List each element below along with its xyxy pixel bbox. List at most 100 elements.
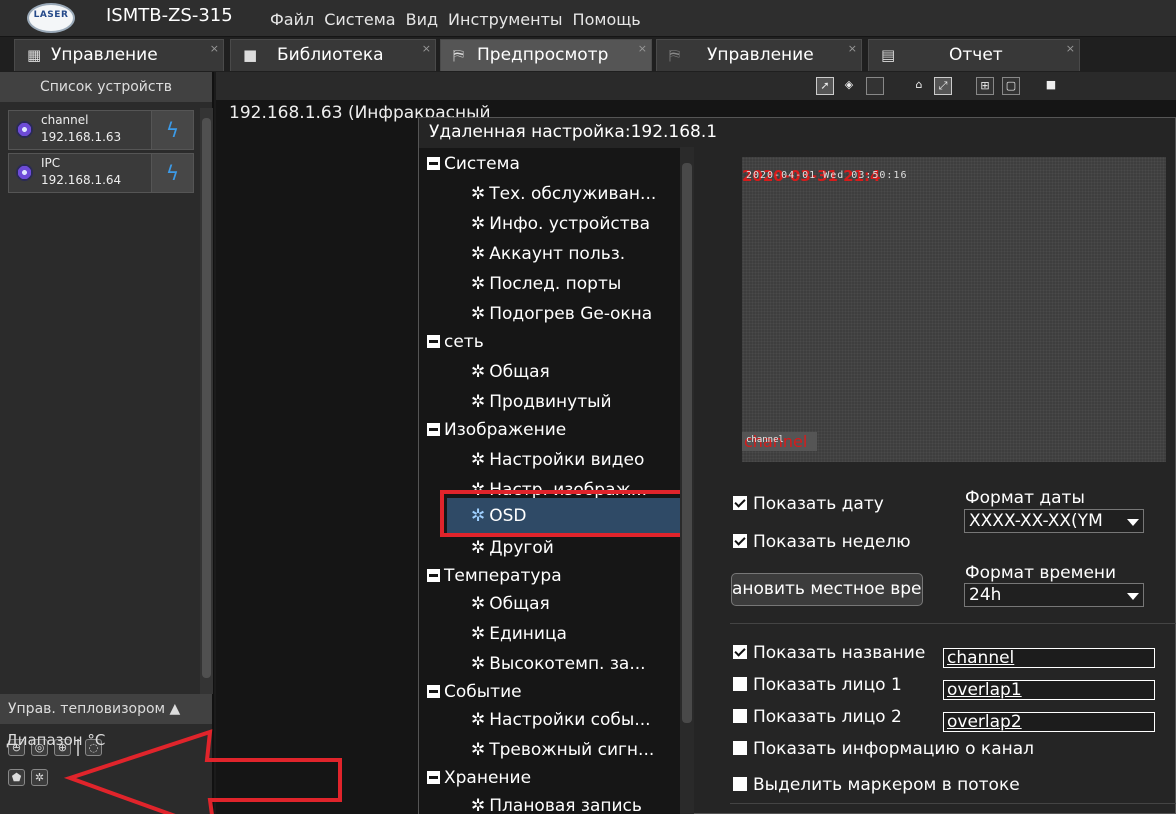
camera-icon (16, 121, 33, 138)
menu-system[interactable]: Система (324, 10, 395, 29)
device-panel: Список устройств channel 192.168.1.63 ϟ … (0, 72, 214, 814)
tree-item-user-account[interactable]: ✲ Аккаунт польз. (471, 244, 625, 264)
show-date-checkbox[interactable]: Показать дату (733, 494, 884, 514)
show-channel-info-checkbox[interactable]: Показать информацию о канал (733, 739, 1034, 759)
time-format-label: Формат времени (965, 563, 1117, 583)
tree-item-device-info[interactable]: ✲ Инфо. устройства (471, 214, 650, 234)
close-icon[interactable]: × (422, 42, 431, 55)
collapse-icon (427, 335, 440, 348)
connect-icon[interactable]: ϟ (151, 111, 193, 149)
menu-file[interactable]: Файл (270, 10, 314, 29)
table-icon: ▤ (881, 46, 896, 64)
folder-icon: ■ (243, 46, 258, 64)
collapse-icon (427, 423, 440, 436)
stop-icon[interactable]: ■ (1042, 77, 1060, 95)
rect-icon[interactable] (866, 77, 884, 95)
scroll-thumb[interactable] (682, 163, 692, 723)
checkbox-unchecked[interactable] (733, 677, 747, 691)
checkbox-unchecked[interactable] (733, 777, 747, 791)
tree-section-system[interactable]: Система (427, 154, 520, 174)
collapse-icon (427, 771, 440, 784)
gear-icon: ✲ (471, 710, 486, 730)
tree-section-storage[interactable]: Хранение (427, 768, 531, 788)
mark-stream-checkbox[interactable]: Выделить маркером в потоке (733, 775, 1020, 795)
device-item[interactable]: channel 192.168.1.63 ϟ (8, 110, 194, 150)
gear-icon[interactable]: ✲ (31, 769, 48, 786)
gear-icon: ✲ (471, 594, 486, 614)
gear-icon: ✲ (471, 392, 486, 412)
show-face1-checkbox[interactable]: Показать лицо 1 (733, 675, 902, 695)
expand-icon[interactable]: ▢ (1002, 77, 1020, 95)
tree-scrollbar[interactable] (680, 147, 694, 814)
tree-item-network-general[interactable]: ✲ Общая (471, 362, 550, 382)
divider (730, 803, 1176, 804)
tab-management[interactable]: ▦ Управление × (14, 39, 224, 71)
sync-local-time-button[interactable]: ановить местное вре (731, 573, 923, 606)
close-icon[interactable]: × (210, 42, 219, 55)
checkbox-checked[interactable] (733, 645, 747, 659)
checkbox-unchecked[interactable] (733, 741, 747, 755)
tree-item-window-heating[interactable]: ✲ Подогрев Ge-окна (471, 304, 652, 324)
checkbox-unchecked[interactable] (733, 709, 747, 723)
overlay1-input[interactable]: overlap1 (943, 680, 1155, 700)
gear-icon: ✲ (471, 740, 486, 760)
laser-logo: LASER (27, 3, 75, 33)
collapse-icon (427, 569, 440, 582)
tab-preview[interactable]: ⛿ Предпросмотр × (440, 39, 652, 71)
tree-section-network[interactable]: сеть (427, 332, 484, 352)
scroll-thumb[interactable] (202, 118, 211, 678)
tree-item-scheduled-recording[interactable]: ✲ Плановая запись (471, 796, 642, 814)
gear-icon: ✲ (471, 538, 486, 558)
split-view-icon[interactable]: ⊞ (976, 77, 994, 95)
tree-item-high-temp[interactable]: ✲ Высокотемп. за... (471, 654, 646, 674)
menu-help[interactable]: Помощь (573, 10, 641, 29)
config-tree: Система ✲ Тех. обслуживан... ✲ Инфо. устро… (419, 148, 681, 814)
camera-icon: ⛿ (453, 46, 464, 64)
show-week-checkbox[interactable]: Показать неделю (733, 532, 911, 552)
tree-item-other[interactable]: ✲ Другой (471, 538, 554, 558)
connect-icon[interactable]: ϟ (151, 154, 193, 192)
date-format-select[interactable]: XXXX-XX-XX(YM (964, 509, 1144, 533)
shield-icon[interactable]: ⬟ (8, 769, 25, 786)
tree-section-image[interactable]: Изображение (427, 420, 566, 440)
close-icon[interactable]: × (638, 42, 647, 55)
gear-icon: ✲ (471, 450, 486, 470)
fullscreen-icon[interactable]: ⤢ (934, 77, 952, 95)
point-icon[interactable]: ◈ (840, 77, 858, 95)
home-icon[interactable]: ⌂ (910, 77, 928, 95)
date-format-label: Формат даты (965, 488, 1085, 508)
channel-name-input[interactable]: channel (943, 648, 1155, 668)
checkbox-checked[interactable] (733, 534, 747, 548)
close-icon[interactable]: × (848, 42, 857, 55)
tree-section-event[interactable]: Событие (427, 682, 522, 702)
checkbox-checked[interactable] (733, 496, 747, 510)
time-format-select[interactable]: 24h (964, 583, 1144, 607)
device-item[interactable]: IPC 192.168.1.64 ϟ (8, 153, 194, 193)
gear-icon: ✲ (471, 244, 486, 264)
thermal-control-header[interactable]: Управ. тепловизором ▲ (0, 694, 212, 724)
tree-item-alarm[interactable]: ✲ Тревожный сигн... (471, 740, 654, 760)
device-list-scrollbar[interactable] (200, 108, 213, 694)
tab-management-2[interactable]: ⛿ Управление × (656, 39, 862, 71)
tree-section-temperature[interactable]: Температура (427, 566, 562, 586)
overlay2-input[interactable]: overlap2 (943, 712, 1155, 732)
tree-item-temp-unit[interactable]: ✲ Единица (471, 624, 567, 644)
show-face2-checkbox[interactable]: Показать лицо 2 (733, 707, 902, 727)
pointer-icon[interactable]: ➚ (816, 77, 834, 95)
tab-bar: ▦ Управление × ■ Библиотека × ⛿ Предпрос… (0, 37, 1176, 72)
tree-item-event-settings[interactable]: ✲ Настройки собы... (471, 710, 651, 730)
collapse-icon (427, 157, 440, 170)
thermal-tools-row-2: ⬟ ✲ (8, 769, 48, 786)
tab-report[interactable]: ▤ Отчет × (868, 39, 1080, 71)
tree-item-maintenance[interactable]: ✲ Тех. обслуживан... (471, 184, 656, 204)
tree-item-serial-ports[interactable]: ✲ Послед. порты (471, 274, 621, 294)
tab-library[interactable]: ■ Библиотека × (230, 39, 436, 71)
close-icon[interactable]: × (1066, 42, 1075, 55)
menu-view[interactable]: Вид (406, 10, 438, 29)
menubar: LASER ISMTB-ZS-315 Файл Система Вид Инст… (0, 0, 1176, 37)
tree-item-network-advanced[interactable]: ✲ Продвинутый (471, 392, 612, 412)
tree-item-temp-general[interactable]: ✲ Общая (471, 594, 550, 614)
show-name-checkbox[interactable]: Показать название (733, 643, 925, 663)
menu-tools[interactable]: Инструменты (448, 10, 563, 29)
tree-item-video-settings[interactable]: ✲ Настройки видео (471, 450, 644, 470)
